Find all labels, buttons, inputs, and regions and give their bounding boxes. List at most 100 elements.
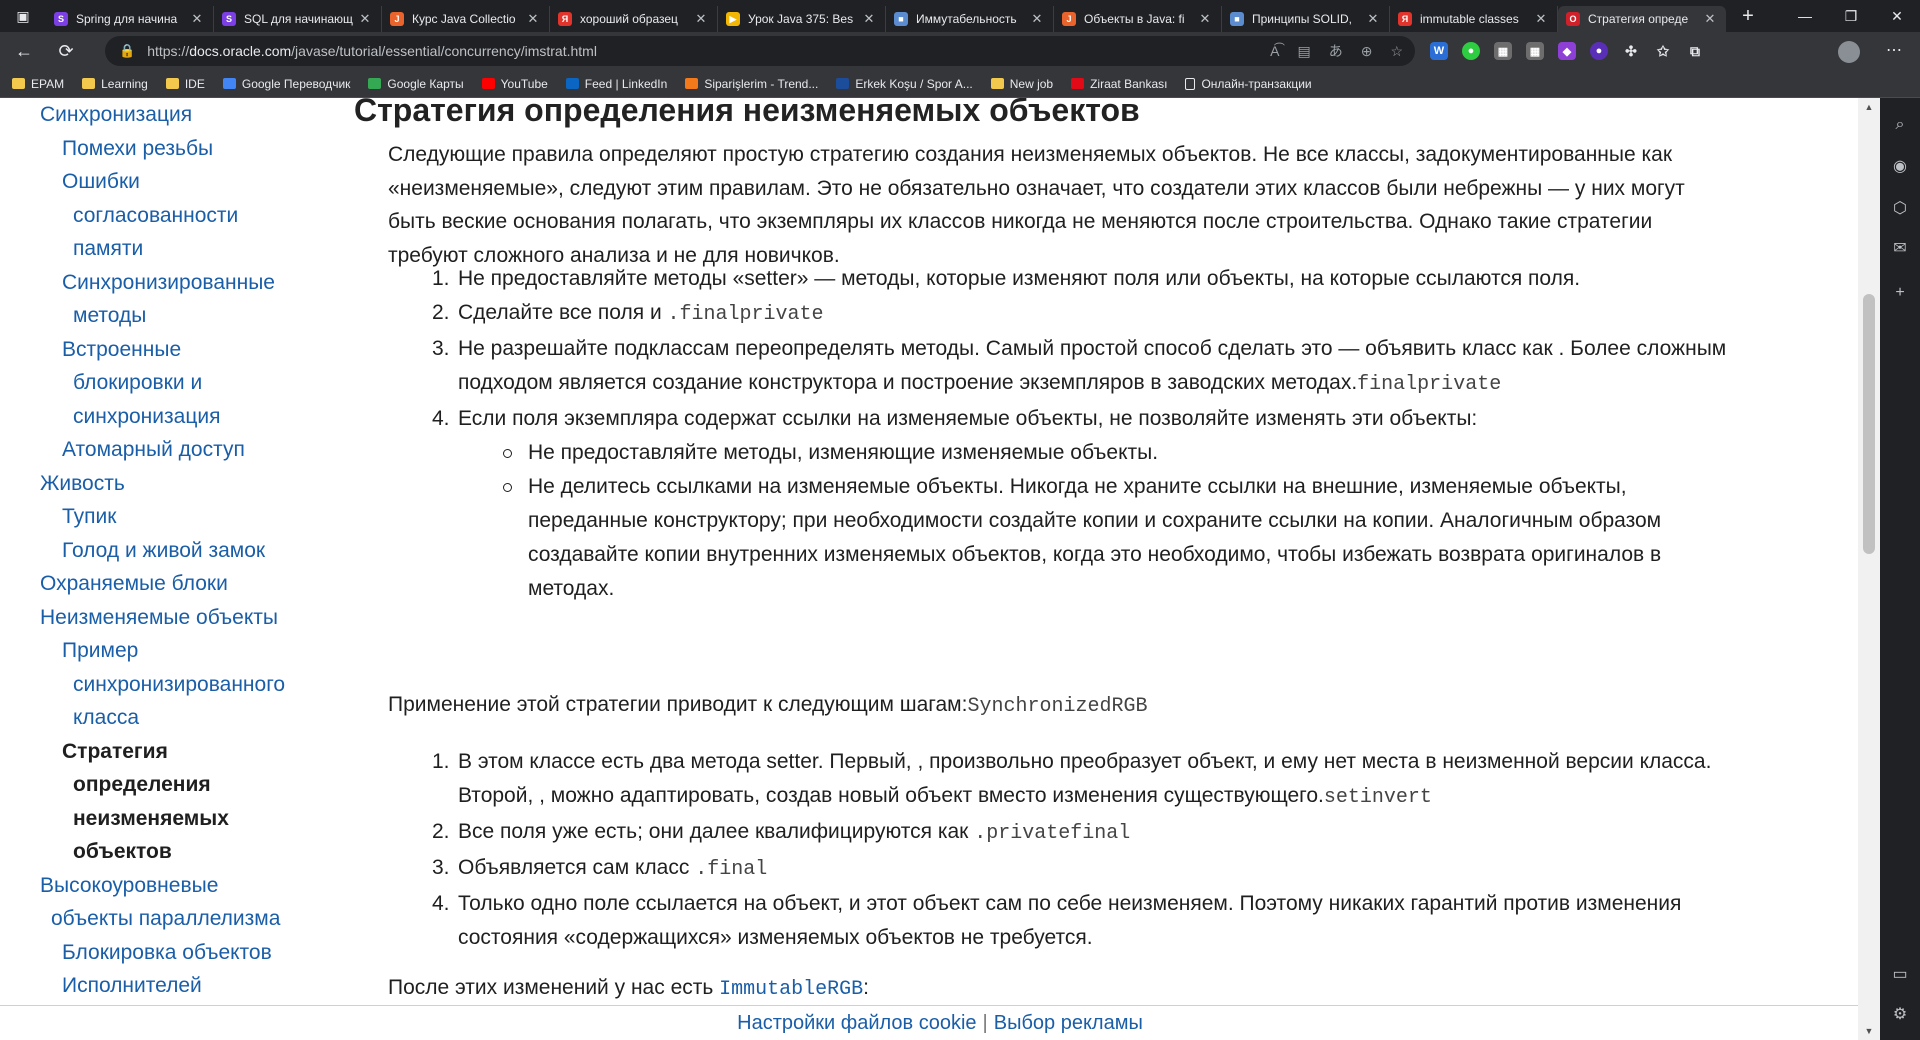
sidebar-layout-icon[interactable]: ▭ [1880,964,1920,984]
tab-close-icon[interactable]: ✕ [525,11,541,27]
toc-link[interactable]: синхронизированного [40,668,330,702]
toc-link[interactable]: Высокоуровневые [40,869,330,903]
games-icon[interactable]: ⬡ [1880,198,1920,218]
toc-link[interactable]: Исполнителей [40,969,330,1003]
ad-choices-link[interactable]: Выбор рекламы [994,1012,1143,1034]
toc-link[interactable]: методы [40,299,330,333]
back-icon[interactable]: ← [6,35,42,67]
tab-close-icon[interactable]: ✕ [1197,11,1213,27]
tab-actions-icon[interactable]: ▣ [0,0,46,32]
toc-link[interactable]: Охраняемые блоки [40,567,330,601]
refresh-icon[interactable]: ⟳ [48,35,84,67]
bookmark-item[interactable]: Siparişlerim - Trend... [685,77,818,91]
bookmark-item[interactable]: Ziraat Bankası [1071,77,1167,91]
toc-link[interactable]: синхронизация [40,400,330,434]
toc-link[interactable]: Пример [40,634,330,668]
browser-tab[interactable]: J Курс Java Collectio ✕ [382,6,550,32]
avatar[interactable] [1838,41,1860,63]
bookmark-item[interactable]: IDE [165,77,205,91]
scrollbar-thumb[interactable] [1863,294,1875,554]
browser-tab[interactable]: ▶ Урок Java 375: Bes ✕ [718,6,886,32]
new-tab-button[interactable]: + [1730,5,1766,28]
browser-tab[interactable]: J Объекты в Java: fi ✕ [1054,6,1222,32]
tab-close-icon[interactable]: ✕ [189,11,205,27]
scroll-up-icon[interactable]: ▲ [1858,102,1880,112]
favorite-star-icon[interactable]: ☆ [1390,43,1403,60]
reader-view-icon[interactable]: ▤ [1297,43,1310,60]
extensions-puzzle-icon[interactable]: ✣ [1622,42,1640,60]
toc-link[interactable]: Блокировка объектов [40,936,330,970]
browser-tab[interactable]: S Spring для начина ✕ [46,6,214,32]
rule-text: создавайте копии внутренних изменяемых о… [528,543,1662,566]
browser-tab[interactable]: S SQL для начинающ ✕ [214,6,382,32]
cookie-settings-link[interactable]: Настройки файлов cookie [737,1012,976,1034]
toc-link[interactable]: Синхронизированные [40,266,330,300]
immutable-rgb-link[interactable]: ImmutableRGB [719,978,863,1001]
toc-link[interactable]: Ошибки [40,165,330,199]
outlook-icon[interactable]: ✉ [1880,238,1920,258]
toc-link[interactable]: объекты параллелизма [40,902,330,936]
page-scrollbar[interactable]: ▲ ▼ [1858,98,1880,1040]
toc-link[interactable]: Живость [40,467,330,501]
bookmark-item[interactable]: EPAM [12,77,64,91]
tab-close-icon[interactable]: ✕ [357,11,373,27]
more-menu-icon[interactable]: ⋯ [1886,40,1902,60]
url-text[interactable]: https://docs.oracle.com/javase/tutorial/… [147,43,597,59]
gear-icon[interactable]: ⚙ [1880,1004,1920,1024]
search-icon[interactable]: ⌕ [1880,116,1920,134]
scroll-down-icon[interactable]: ▼ [1858,1026,1880,1036]
tab-favicon-icon: ■ [1230,12,1244,26]
collections-icon[interactable]: ⧉ [1686,42,1704,60]
bookmark-item[interactable]: Feed | LinkedIn [565,77,667,91]
bookmark-item[interactable]: Erkek Koşu / Spor A... [836,77,973,91]
extension-icon[interactable]: ▦ [1526,42,1544,60]
tab-close-icon[interactable]: ✕ [1365,11,1381,27]
toc-link[interactable]: блокировки и [40,366,330,400]
tab-close-icon[interactable]: ✕ [861,11,877,27]
browser-tab[interactable]: O Стратегия опреде ✕ [1558,6,1726,32]
browser-tab[interactable]: Яхороший образец ✕ [550,6,718,32]
bookmark-item[interactable]: Learning [82,77,148,91]
bookmark-item[interactable]: Онлайн-транзакции [1185,77,1312,91]
minimize-icon[interactable]: — [1782,0,1828,32]
extension-icon[interactable]: ● [1462,42,1480,60]
browser-tab[interactable]: ■ Принципы SOLID, ✕ [1222,6,1390,32]
extension-icon[interactable]: W [1430,42,1448,60]
zoom-icon[interactable]: ⊕ [1361,43,1373,60]
favorites-icon[interactable]: ✩ [1654,42,1672,60]
extension-icon[interactable]: ● [1590,42,1608,60]
toc-link[interactable]: памяти [40,232,330,266]
bookmark-item[interactable]: Google Карты [368,77,464,91]
tab-close-icon[interactable]: ✕ [1029,11,1045,27]
add-icon[interactable]: + [1880,284,1920,302]
bookmark-favicon-icon [1185,77,1196,90]
extension-icon[interactable]: ▦ [1494,42,1512,60]
tab-title: Урок Java 375: Bes [748,12,854,26]
tab-close-icon[interactable]: ✕ [1702,11,1718,27]
bookmark-item[interactable]: YouTube [481,77,548,91]
lock-icon[interactable]: 🔒 [119,43,135,59]
toc-link[interactable]: Помехи резьбы [40,132,330,166]
browser-tab[interactable]: Яimmutable classes ✕ [1390,6,1558,32]
toc-link[interactable]: Атомарный доступ [40,433,330,467]
read-aloud-icon[interactable]: A͡ [1270,43,1279,59]
close-window-icon[interactable]: ✕ [1874,0,1920,32]
tab-close-icon[interactable]: ✕ [1533,11,1549,27]
bookmark-item[interactable]: Google Переводчик [222,77,350,91]
toc-link[interactable]: Тупик [40,500,330,534]
toc-link[interactable]: согласованности [40,199,330,233]
translate-icon[interactable]: あ [1329,41,1343,61]
restore-icon[interactable]: ❐ [1828,0,1874,32]
bookmark-item[interactable]: New job [990,77,1053,91]
browser-tab[interactable]: ■ Иммутабельность ✕ [886,6,1054,32]
toc-link[interactable]: класса [40,701,330,735]
toc-link[interactable]: Синхронизация [40,98,330,132]
toc-current-item: объектов [73,840,172,863]
toc-link[interactable]: Голод и живой замок [40,534,330,568]
address-bar[interactable]: 🔒 https://docs.oracle.com/javase/tutoria… [105,36,1415,66]
toc-link[interactable]: Встроенные [40,333,330,367]
copilot-icon[interactable]: ◉ [1880,156,1920,176]
toc-link[interactable]: Неизменяемые объекты [40,601,330,635]
extension-icon[interactable]: ◆ [1558,42,1576,60]
tab-close-icon[interactable]: ✕ [693,11,709,27]
